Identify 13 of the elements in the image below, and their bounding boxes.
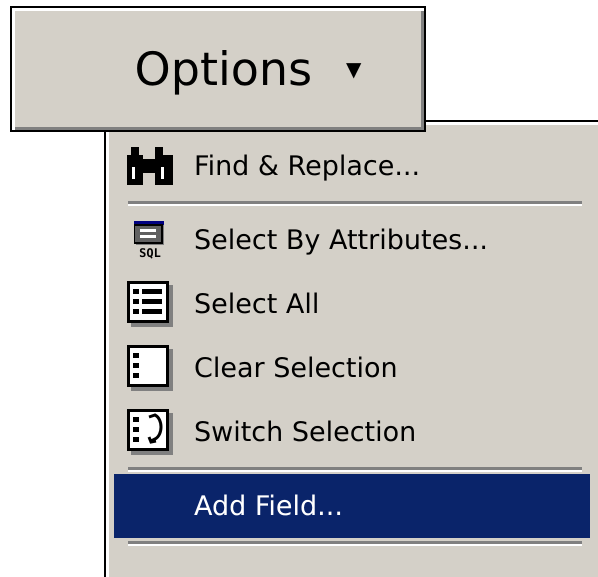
- list-icon: [127, 281, 173, 327]
- menu-item[interactable]: Find & Replace...: [114, 134, 590, 198]
- menu-item[interactable]: Clear Selection: [114, 336, 590, 400]
- menu-item[interactable]: Add Field...: [114, 474, 590, 538]
- dotted-page-icon: [127, 345, 173, 391]
- swap-page-icon: [127, 409, 173, 455]
- menu-item[interactable]: Select All: [114, 272, 590, 336]
- options-button[interactable]: Options ▼: [10, 6, 426, 132]
- table-icon: [134, 221, 166, 247]
- icon-label: SQL: [139, 247, 161, 259]
- binoculars-icon: [127, 147, 173, 185]
- menu-item[interactable]: Switch Selection: [114, 400, 590, 464]
- menu-item[interactable]: SQL Select By Attributes...: [114, 208, 590, 272]
